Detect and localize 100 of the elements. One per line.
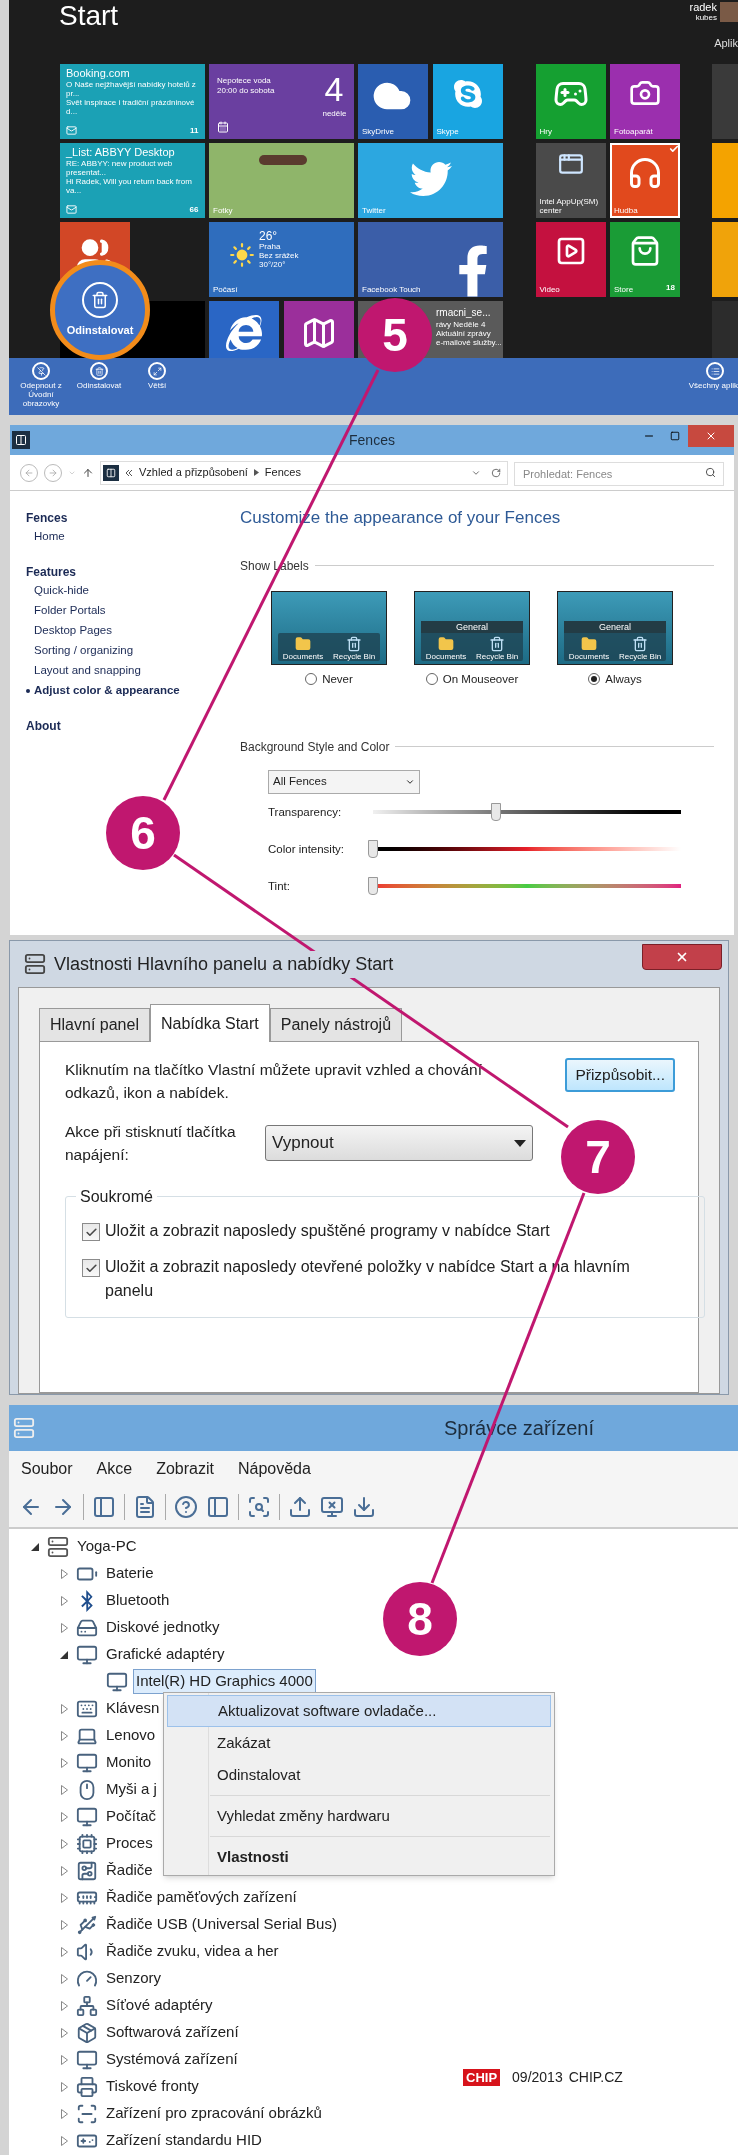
sidebar-link[interactable]: Quick-hide bbox=[34, 582, 89, 600]
customize-button[interactable]: Přizpůsobit... bbox=[565, 1058, 675, 1092]
context-menu-item[interactable]: Vyhledat změny hardwaru bbox=[167, 1800, 551, 1832]
tile[interactable]: 26° Praha Bez srážek 30°/20° Počasí bbox=[209, 222, 354, 297]
sidebar-heading[interactable]: Features bbox=[26, 563, 240, 581]
tile[interactable]: Video bbox=[535, 222, 606, 297]
all-apps-button[interactable]: Všechny aplik bbox=[688, 358, 738, 415]
properties-icon[interactable] bbox=[133, 1495, 157, 1519]
tree-item[interactable]: Diskové jednotky bbox=[106, 1616, 220, 1639]
collapsed-arrow-icon[interactable] bbox=[60, 1892, 68, 1903]
dropdown[interactable]: Vypnout bbox=[265, 1125, 533, 1161]
breadcrumb-item[interactable]: Fences bbox=[264, 464, 301, 481]
slider-thumb[interactable] bbox=[368, 877, 378, 896]
menu-item[interactable]: Soubor bbox=[21, 1457, 73, 1481]
tree-item[interactable]: Intel(R) HD Graphics 4000 bbox=[134, 1670, 315, 1693]
sidebar-link[interactable]: Sorting / organizing bbox=[34, 642, 134, 660]
checkbox[interactable] bbox=[82, 1259, 100, 1277]
help-icon[interactable] bbox=[174, 1495, 198, 1519]
menu-item[interactable]: Akce bbox=[96, 1457, 133, 1481]
scan-icon[interactable] bbox=[247, 1495, 271, 1519]
collapsed-arrow-icon[interactable] bbox=[60, 1946, 68, 1957]
menu-item[interactable]: Zobrazit bbox=[156, 1457, 214, 1481]
tree-item[interactable]: Zařízení pro zpracování obrázků bbox=[106, 2102, 322, 2125]
collapsed-arrow-icon[interactable] bbox=[60, 1919, 68, 1930]
address-bar[interactable]: Vzhled a přizpůsobení Fences bbox=[100, 460, 508, 485]
collapsed-arrow-icon[interactable] bbox=[60, 2000, 68, 2011]
collapsed-arrow-icon[interactable] bbox=[60, 2108, 68, 2119]
tile[interactable]: Intel AppUp(SM) center bbox=[535, 143, 606, 218]
tab[interactable]: Panely nástrojů bbox=[269, 1008, 403, 1041]
tile[interactable]: Fotoaparát bbox=[610, 64, 680, 139]
collapsed-arrow-icon[interactable] bbox=[60, 1865, 68, 1876]
context-menu-item[interactable]: Odinstalovat bbox=[167, 1759, 551, 1791]
collapsed-arrow-icon[interactable] bbox=[60, 1973, 68, 1984]
tree-item[interactable]: Klávesn bbox=[106, 1697, 160, 1720]
tree-item[interactable]: Bluetooth bbox=[106, 1589, 170, 1612]
sidebar-link[interactable]: Adjust color & appearance bbox=[34, 682, 180, 700]
radio-button[interactable] bbox=[588, 673, 601, 686]
expanded-arrow-icon[interactable] bbox=[60, 1650, 68, 1659]
app-bar-button[interactable]: Odepnout z Úvodní obrazovky bbox=[13, 362, 69, 415]
tile[interactable]: Hudba bbox=[610, 143, 680, 218]
collapsed-arrow-icon[interactable] bbox=[60, 1730, 68, 1741]
tree-item[interactable]: Řadiče bbox=[106, 1859, 153, 1882]
tile[interactable] bbox=[209, 301, 279, 358]
search-field[interactable]: Prohledat: Fences bbox=[514, 461, 724, 486]
tree-item[interactable]: Zařízení standardu HID bbox=[106, 2129, 262, 2152]
sidebar-heading[interactable]: About bbox=[26, 717, 240, 735]
tree-item[interactable]: Systémová zařízení bbox=[106, 2048, 238, 2071]
tree-item[interactable]: Řadiče USB (Universal Serial Bus) bbox=[106, 1913, 337, 1936]
install-icon[interactable] bbox=[352, 1495, 376, 1519]
tile[interactable]: Nepotece voda 20:00 do sobota 4 neděle bbox=[209, 64, 354, 139]
context-menu-item[interactable]: Vlastnosti bbox=[167, 1841, 551, 1873]
radio-button[interactable] bbox=[425, 673, 438, 686]
collapsed-arrow-icon[interactable] bbox=[60, 1622, 68, 1633]
tree-item[interactable]: Yoga-PC bbox=[77, 1535, 137, 1558]
select-field[interactable]: All Fences bbox=[268, 769, 420, 794]
tree-item[interactable]: Proces bbox=[106, 1832, 153, 1855]
tile[interactable]: Facebook Touch bbox=[358, 222, 503, 297]
tree-item[interactable]: Řadiče zvuku, videa a her bbox=[106, 1940, 279, 1963]
sidebar-link[interactable]: Home bbox=[34, 528, 65, 546]
app-bar-button[interactable]: Odinstalovat bbox=[71, 362, 127, 415]
tab[interactable]: Hlavní panel bbox=[39, 1008, 150, 1041]
menu-item[interactable]: Nápověda bbox=[237, 1457, 311, 1481]
disable-icon[interactable] bbox=[320, 1495, 344, 1519]
checkbox[interactable] bbox=[82, 1223, 100, 1241]
collapsed-arrow-icon[interactable] bbox=[60, 1757, 68, 1768]
expanded-arrow-icon[interactable] bbox=[31, 1542, 39, 1551]
tree-item[interactable]: Softwarová zařízení bbox=[106, 2021, 239, 2044]
collapsed-arrow-icon[interactable] bbox=[60, 2054, 68, 2065]
refresh-icon[interactable] bbox=[491, 467, 501, 478]
sidebar-heading[interactable]: Fences bbox=[26, 509, 240, 527]
collapsed-arrow-icon[interactable] bbox=[60, 1838, 68, 1849]
close-button[interactable] bbox=[642, 944, 722, 970]
collapsed-arrow-icon[interactable] bbox=[60, 2135, 68, 2146]
tile[interactable] bbox=[283, 301, 354, 358]
context-menu-item[interactable]: Zakázat bbox=[167, 1727, 551, 1759]
tree-item[interactable]: Síťové adaptéry bbox=[106, 1994, 213, 2017]
uninstall-tooltip[interactable]: Odinstalovat bbox=[50, 260, 150, 360]
collapsed-arrow-icon[interactable] bbox=[60, 1568, 68, 1579]
collapsed-arrow-icon[interactable] bbox=[60, 1811, 68, 1822]
tab[interactable]: Nabídka Start bbox=[149, 1004, 270, 1042]
tree-item[interactable]: Řadiče paměťových zařízení bbox=[106, 1886, 297, 1909]
slider-thumb[interactable] bbox=[491, 803, 502, 822]
collapsed-arrow-icon[interactable] bbox=[60, 1703, 68, 1714]
context-menu-item[interactable]: Aktualizovat software ovladače... bbox=[167, 1695, 551, 1727]
sidebar-link[interactable]: Desktop Pages bbox=[34, 622, 112, 640]
up-icon[interactable] bbox=[82, 466, 94, 479]
radio-button[interactable] bbox=[305, 673, 318, 686]
panel-icon[interactable] bbox=[92, 1495, 116, 1519]
tile[interactable]: SkyDrive bbox=[358, 64, 428, 139]
tile[interactable]: Store 18 bbox=[610, 222, 680, 297]
collapsed-arrow-icon[interactable] bbox=[60, 1595, 68, 1606]
app-bar-button[interactable]: Větší bbox=[129, 362, 185, 415]
panel-icon[interactable] bbox=[206, 1495, 230, 1519]
sidebar-link[interactable]: Layout and snapping bbox=[34, 662, 141, 680]
sidebar-link[interactable]: Folder Portals bbox=[34, 602, 106, 620]
tree-item[interactable]: Monito bbox=[106, 1751, 152, 1774]
tree-item[interactable]: Baterie bbox=[106, 1562, 154, 1585]
collapsed-arrow-icon[interactable] bbox=[60, 2081, 68, 2092]
tree-item[interactable]: Senzory bbox=[106, 1967, 162, 1990]
tree-item[interactable]: Lenovo bbox=[106, 1724, 156, 1747]
